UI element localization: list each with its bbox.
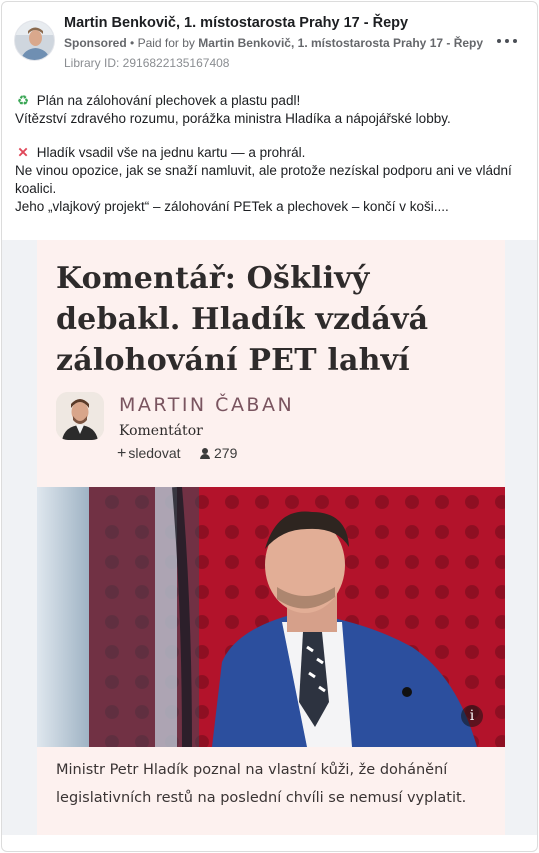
more-options-icon[interactable] [497, 32, 517, 48]
post-line-text: Plán na zálohování plechovek a plastu pa… [36, 93, 301, 108]
author-name[interactable]: MARTIN ČABAN [119, 394, 294, 416]
paid-for-label: Paid for by [137, 36, 195, 50]
post-line: ✕ Hladík vsadil vše na jednu kartu — a p… [15, 144, 530, 162]
follow-label: sledovat [128, 445, 181, 461]
follow-button[interactable]: + sledovat [117, 445, 181, 463]
recycle-icon: ♻ [16, 93, 30, 108]
post-text: ♻ Plán na zálohování plechovek a plastu … [15, 92, 530, 216]
author-role: Komentátor [119, 423, 203, 439]
article-photo: i [37, 487, 505, 747]
payer-name: Martin Benkovič, 1. místostarosta Prahy … [198, 36, 484, 50]
plus-icon: + [117, 445, 127, 462]
person-icon [200, 448, 210, 459]
post-line: Vítězství zdravého rozumu, porážka minis… [15, 111, 451, 126]
post-line-text: Hladík vsadil vše na jednu kartu — a pro… [36, 145, 306, 160]
post-line: ♻ Plán na zálohování plechovek a plastu … [15, 92, 530, 110]
minister-photo [37, 487, 505, 747]
shared-image-card[interactable]: Komentář: Ošklivý debakl. Hladík vzdává … [2, 240, 537, 835]
post-line[interactable]: Jeho „vlajkový projekt“ – zálohování PET… [15, 198, 530, 216]
article-headline: Komentář: Ošklivý debakl. Hladík vzdává … [56, 261, 429, 378]
avatar-photo [15, 21, 54, 60]
followers-value: 279 [214, 445, 238, 461]
post-header: Martin Benkovič, 1. místostarosta Prahy … [2, 2, 537, 82]
separator-dot: • [130, 36, 138, 50]
ad-post: Martin Benkovič, 1. místostarosta Prahy … [1, 1, 538, 852]
author-photo [56, 392, 104, 440]
author-portrait [56, 392, 104, 440]
post-line: Ne vinou opozice, jak se snaží namluvit,… [15, 163, 512, 196]
followers-count: 279 [200, 445, 237, 461]
sponsored-label: Sponsored [64, 36, 127, 50]
page-name[interactable]: Martin Benkovič, 1. místostarosta Prahy … [64, 15, 408, 31]
sponsor-line: Sponsored • Paid for by Martin Benkovič,… [64, 36, 483, 50]
page-avatar[interactable] [14, 20, 55, 61]
info-icon[interactable]: i [461, 705, 483, 727]
photo-caption: Ministr Petr Hladík poznal na vlastní ků… [56, 762, 467, 806]
library-id: Library ID: 2916822135167408 [64, 56, 230, 70]
article-preview[interactable]: Komentář: Ošklivý debakl. Hladík vzdává … [37, 240, 505, 835]
cross-mark-icon: ✕ [17, 145, 29, 160]
